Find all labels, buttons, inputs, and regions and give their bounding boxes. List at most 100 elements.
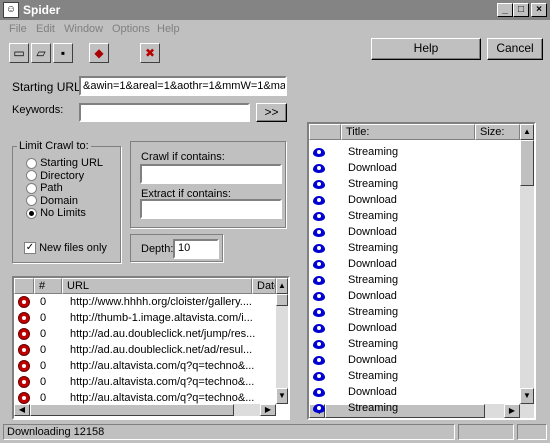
table-row[interactable]: Download	[313, 288, 518, 304]
size-grip[interactable]	[517, 424, 547, 440]
scroll-down-icon[interactable]: ▼	[276, 388, 288, 404]
table-row[interactable]: Streaming	[313, 240, 518, 256]
new-icon[interactable]: ▭	[9, 43, 29, 63]
open-icon[interactable]: ▱	[31, 43, 51, 63]
table-row[interactable]: Download	[313, 352, 518, 368]
menu-edit[interactable]: Edit	[36, 23, 55, 35]
scroll-down-icon[interactable]: ▼	[520, 388, 534, 404]
row-num: 0	[40, 376, 47, 388]
radio-directory[interactable]: Directory	[26, 170, 103, 183]
row-title: Streaming	[348, 242, 399, 254]
vertical-scrollbar[interactable]: ▲ ▼	[276, 278, 288, 404]
table-row[interactable]: 0 http://au.altavista.com/q?q=techno&...	[18, 374, 276, 390]
save-icon[interactable]: ▪	[53, 43, 73, 63]
scroll-thumb[interactable]	[276, 294, 288, 306]
window-title: Spider	[23, 3, 61, 17]
scroll-thumb[interactable]	[520, 140, 534, 186]
radio-label: Starting URL	[40, 157, 104, 169]
row-num: 0	[40, 392, 47, 404]
horizontal-scrollbar[interactable]: ◀ ▶	[14, 404, 276, 416]
eye-icon	[313, 403, 325, 413]
table-row[interactable]: Streaming	[313, 144, 518, 160]
table-row[interactable]: 0 http://ad.au.doubleclick.net/ad/resul..…	[18, 342, 276, 358]
vertical-scrollbar[interactable]: ▲ ▼	[520, 124, 534, 404]
table-row[interactable]: 0 http://au.altavista.com/q?q=techno&...	[18, 358, 276, 374]
column-header-icon[interactable]	[309, 124, 341, 140]
crawl-contains-label: Crawl if contains:	[141, 151, 225, 163]
table-row[interactable]: Download	[313, 160, 518, 176]
radio-button[interactable]	[26, 182, 37, 194]
url-list[interactable]: # URL Date ▲ ▼ ◀ ▶ 0 http://www.hhhh.org/…	[12, 276, 290, 420]
table-row[interactable]: Download	[313, 256, 518, 272]
radio-button[interactable]	[26, 157, 37, 169]
eye-icon	[313, 195, 325, 205]
radio-button[interactable]	[26, 170, 37, 182]
book-icon[interactable]: ◆	[89, 43, 109, 63]
minimize-button[interactable]: _	[497, 3, 513, 17]
radio-starting-url[interactable]: Starting URL	[26, 157, 103, 170]
status-ring-icon	[18, 328, 30, 341]
limit-crawl-title: Limit Crawl to:	[17, 140, 91, 152]
table-row[interactable]: Streaming	[313, 272, 518, 288]
eye-icon	[313, 275, 325, 285]
search-go-button[interactable]: >>	[256, 103, 287, 122]
column-header-title[interactable]: Title:	[341, 124, 475, 140]
table-row[interactable]: Download	[313, 320, 518, 336]
menu-file[interactable]: File	[9, 23, 27, 35]
checkbox-check-icon[interactable]: ✓	[24, 242, 36, 255]
table-row[interactable]: Streaming	[313, 304, 518, 320]
results-list[interactable]: Title: Size: ▲ ▼ ◀ ▶ StreamingDownloadSt…	[307, 122, 536, 420]
radio-domain[interactable]: Domain	[26, 195, 103, 208]
table-row[interactable]: Download	[313, 192, 518, 208]
keywords-input[interactable]	[79, 103, 250, 122]
crawl-contains-input[interactable]	[140, 164, 282, 184]
column-header-size[interactable]: Size:	[475, 124, 520, 140]
table-row[interactable]: 0 http://thumb-1.image.altavista.com/i...	[18, 310, 276, 326]
column-header-icon[interactable]	[14, 278, 34, 294]
radio-button-selected[interactable]	[26, 207, 37, 219]
table-row[interactable]: 0 http://au.altavista.com/q?q=techno&...	[18, 390, 276, 404]
menu-window[interactable]: Window	[64, 23, 103, 35]
table-row[interactable]: Streaming	[313, 336, 518, 352]
row-num: 0	[40, 296, 47, 308]
stop-crawl-icon[interactable]: ✖	[140, 43, 160, 63]
eye-icon	[313, 163, 325, 173]
starting-url-input[interactable]: &awin=1&areal=1&aothr=1&mmW=1&macat=0	[79, 76, 287, 96]
maximize-button[interactable]: □	[513, 3, 529, 17]
depth-input[interactable]: 10	[173, 239, 219, 259]
table-row[interactable]: Streaming	[313, 368, 518, 384]
table-row[interactable]: 0 http://ad.au.doubleclick.net/jump/res..…	[18, 326, 276, 342]
radio-no-limits[interactable]: No Limits	[26, 207, 103, 220]
scroll-thumb-horizontal[interactable]	[30, 404, 234, 416]
checkbox-label: New files only	[39, 242, 107, 254]
column-header-num[interactable]: #	[34, 278, 62, 294]
menu-help[interactable]: Help	[157, 23, 180, 35]
extract-contains-input[interactable]	[140, 199, 282, 219]
new-files-only-checkbox[interactable]: ✓ New files only	[24, 242, 107, 255]
spider-app-icon[interactable]: ☺	[3, 2, 19, 18]
cancel-button[interactable]: Cancel	[487, 38, 543, 60]
row-num: 0	[40, 360, 47, 372]
scroll-right-icon[interactable]: ▶	[260, 404, 276, 416]
eye-icon	[313, 211, 325, 221]
close-button[interactable]: ×	[531, 3, 547, 17]
column-header-date[interactable]: Date	[252, 278, 276, 294]
radio-button[interactable]	[26, 195, 37, 207]
scroll-left-icon[interactable]: ◀	[14, 404, 30, 416]
column-header-url[interactable]: URL	[62, 278, 252, 294]
title-bar: ☺ Spider _ □ ×	[0, 0, 550, 20]
row-url: http://ad.au.doubleclick.net/ad/resul...	[70, 344, 253, 356]
table-row[interactable]: 0 http://www.hhhh.org/cloister/gallery...…	[18, 294, 276, 310]
scroll-up-icon[interactable]: ▲	[276, 278, 288, 294]
table-row[interactable]: Download	[313, 384, 518, 400]
table-row[interactable]: Streaming	[313, 176, 518, 192]
table-row[interactable]: Download	[313, 224, 518, 240]
table-row[interactable]: Streaming	[313, 208, 518, 224]
radio-path[interactable]: Path	[26, 182, 103, 195]
eye-icon	[313, 227, 325, 237]
status-ring-icon	[18, 312, 30, 325]
help-button[interactable]: Help	[371, 38, 481, 60]
table-row[interactable]: Streaming	[313, 400, 518, 416]
scroll-up-icon[interactable]: ▲	[520, 124, 534, 140]
menu-options[interactable]: Options	[112, 23, 150, 35]
